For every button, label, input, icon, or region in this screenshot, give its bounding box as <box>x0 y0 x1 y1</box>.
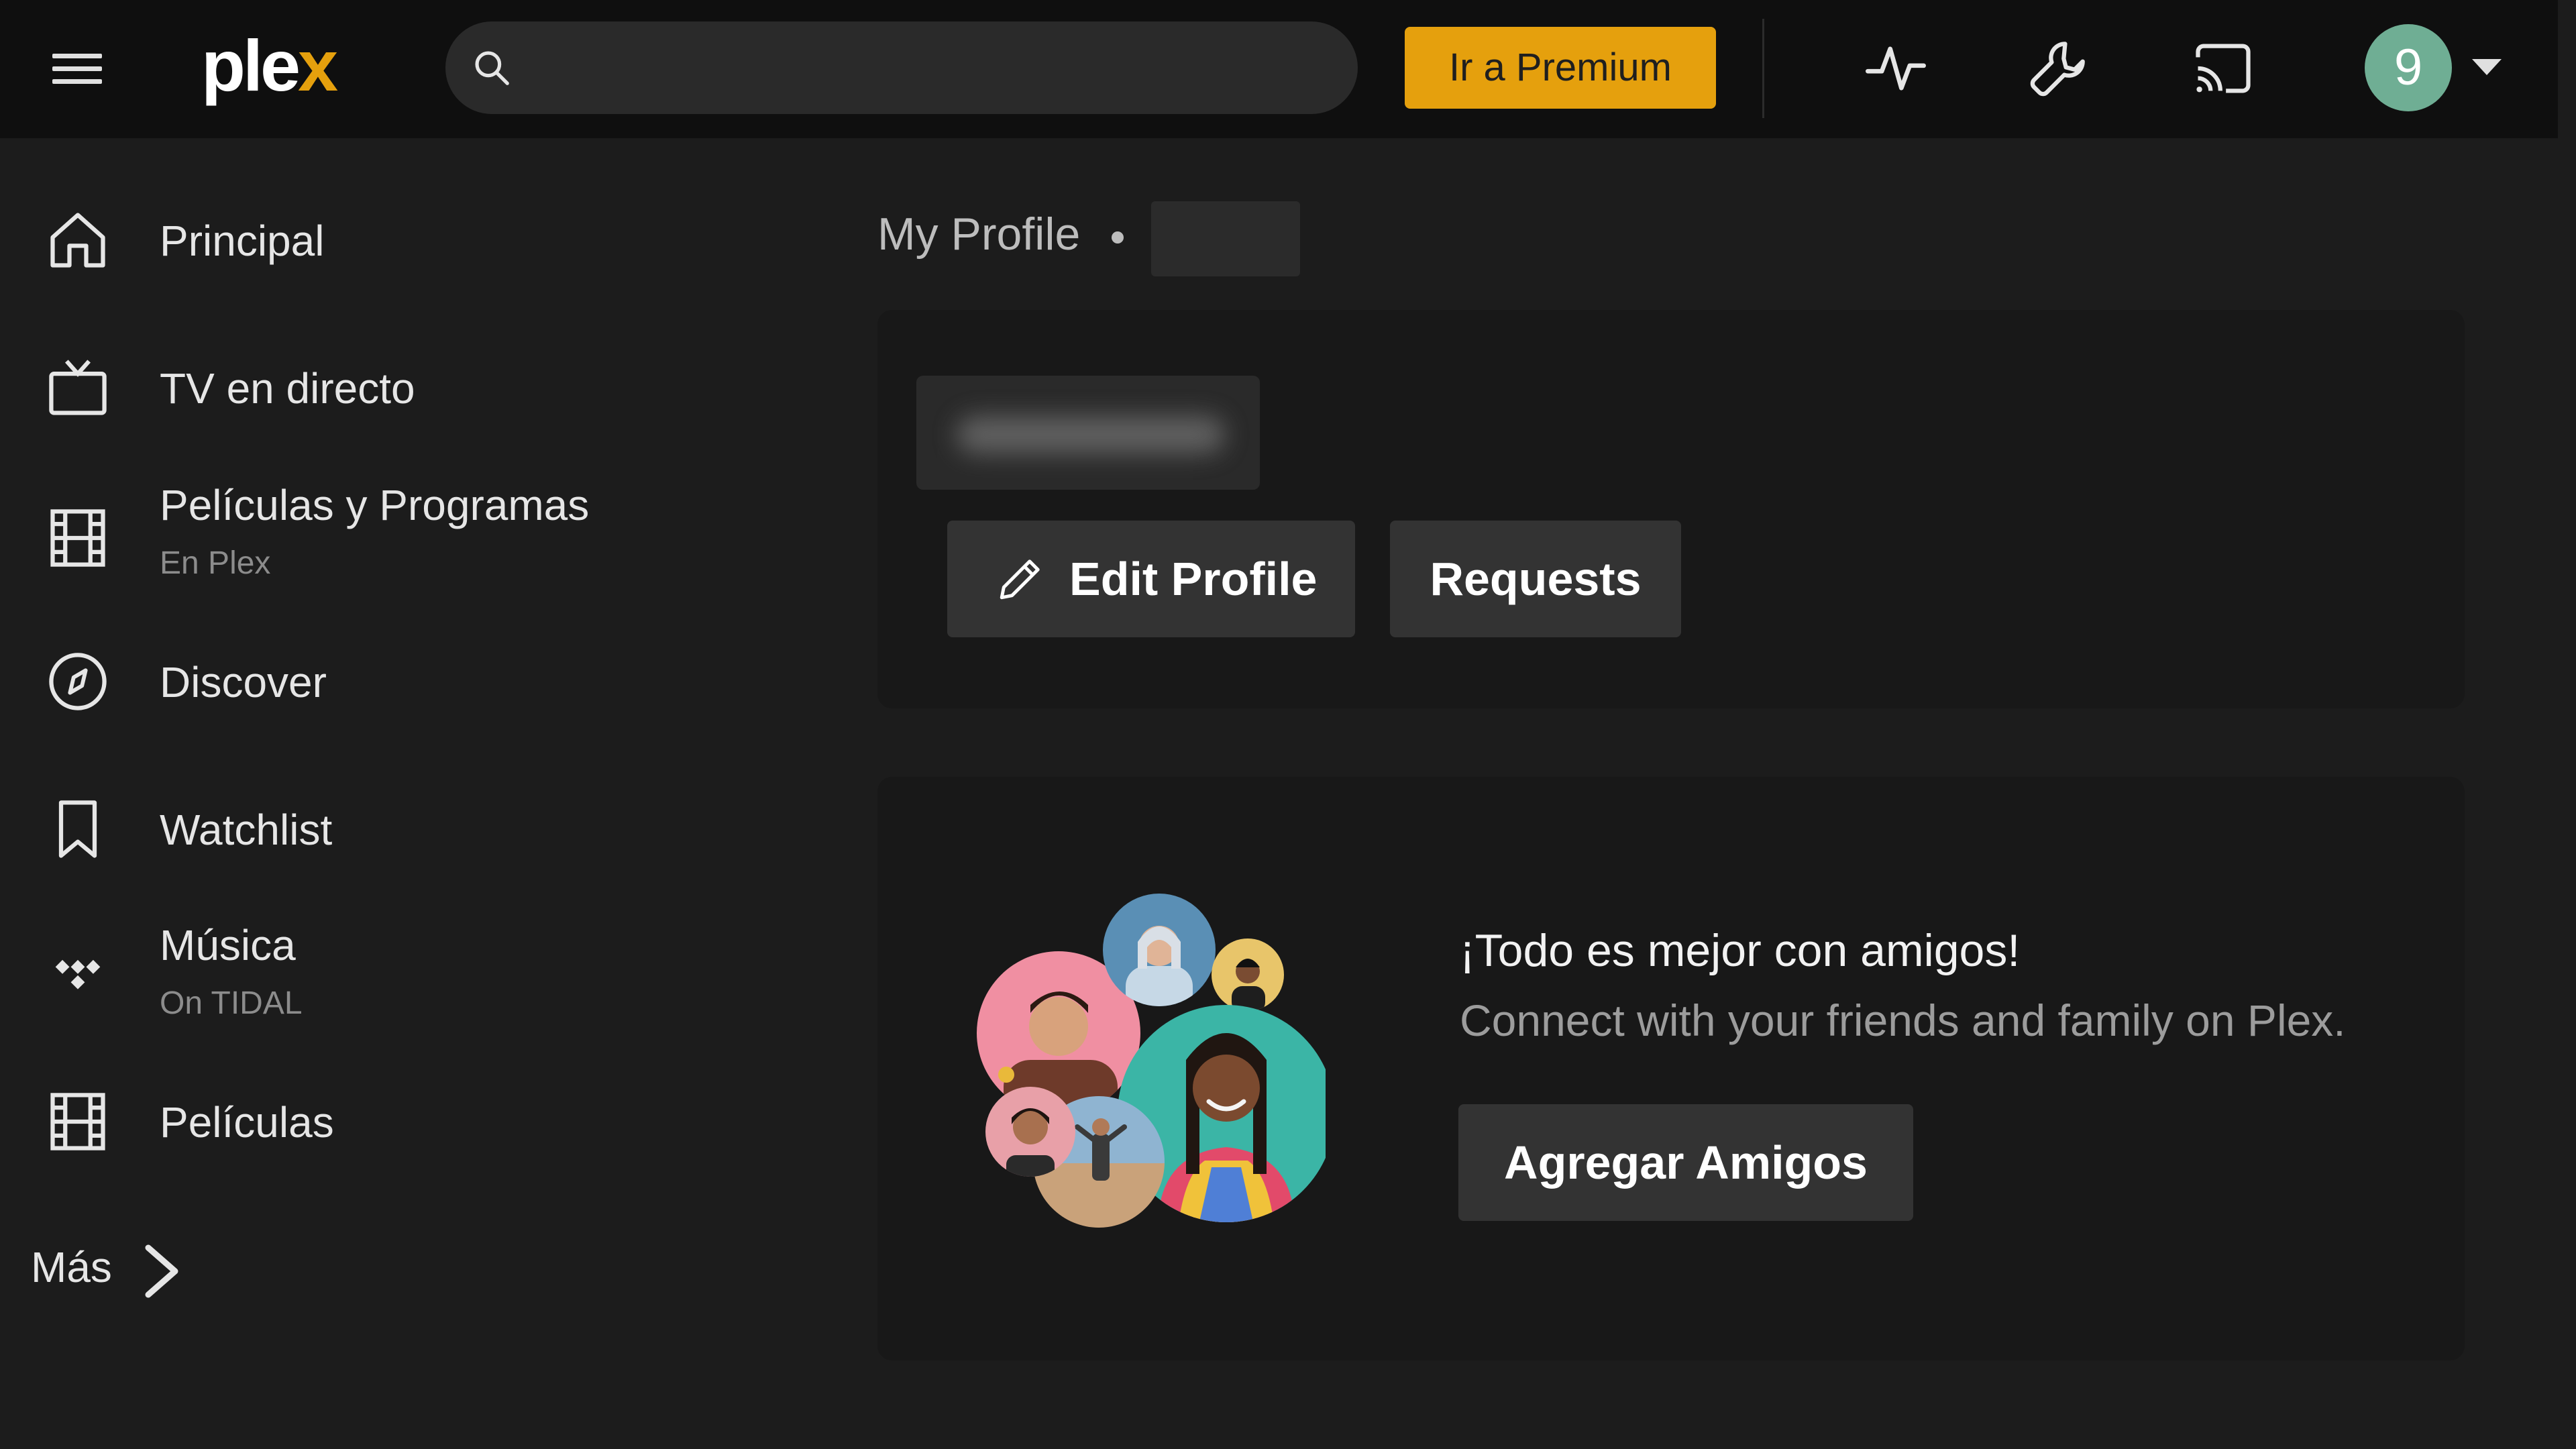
pencil-icon <box>1000 559 1040 600</box>
bookmark-icon <box>58 800 97 858</box>
sidebar-item-label: TV en directo <box>160 364 415 413</box>
sidebar-item-label: Watchlist <box>160 806 333 854</box>
edit-profile-button[interactable]: Edit Profile <box>947 521 1355 637</box>
topbar-divider <box>1762 19 1764 118</box>
sidebar-item-sublabel: On TIDAL <box>160 985 303 1021</box>
redacted-profile-name <box>916 376 1260 490</box>
sidebar-item-label: Principal <box>160 217 325 265</box>
plex-logo[interactable]: plex <box>201 25 338 106</box>
sidebar-item-label: Música <box>160 921 296 969</box>
add-friends-button[interactable]: Agregar Amigos <box>1458 1104 1913 1221</box>
sidebar-item-music[interactable]: Música On TIDAL <box>0 910 758 1044</box>
sidebar: Principal TV en directo Películas y Prog… <box>0 138 758 1449</box>
tidal-icon <box>55 959 101 989</box>
sidebar-item-movies-shows[interactable]: Películas y Programas En Plex <box>0 470 758 604</box>
cast-icon[interactable] <box>2190 35 2257 102</box>
film-icon <box>50 509 105 567</box>
sidebar-more-label: Más <box>31 1243 112 1291</box>
sidebar-item-label: Películas y Programas <box>160 481 590 529</box>
sidebar-item-principal[interactable]: Principal <box>0 200 758 280</box>
sidebar-item-movies[interactable]: Películas <box>0 1081 758 1162</box>
requests-button[interactable]: Requests <box>1390 521 1681 637</box>
search-icon <box>475 51 509 85</box>
friends-subtitle: Connect with your friends and family on … <box>1460 996 2346 1045</box>
edit-profile-label: Edit Profile <box>1069 553 1318 605</box>
chevron-down-icon[interactable] <box>2472 59 2502 75</box>
top-bar: plex Ir a Premium 9 <box>0 0 2558 138</box>
wrench-icon[interactable] <box>2025 35 2092 102</box>
activity-icon[interactable] <box>1862 35 1929 102</box>
redacted-username <box>1151 201 1300 276</box>
breadcrumb-separator <box>1112 231 1124 244</box>
avatar[interactable]: 9 <box>2365 24 2452 111</box>
profile-card: Edit Profile Requests <box>877 310 2465 708</box>
tv-icon <box>49 360 107 415</box>
premium-button[interactable]: Ir a Premium <box>1405 27 1716 109</box>
chevron-right-icon <box>145 1244 178 1298</box>
page-title: My Profile <box>877 209 1081 260</box>
plex-app: plex Ir a Premium 9 Principal TV en dire… <box>0 0 2576 1449</box>
sidebar-more-button[interactable]: Más <box>31 1229 232 1303</box>
sidebar-item-watchlist[interactable]: Watchlist <box>0 789 758 869</box>
menu-icon[interactable] <box>47 47 109 90</box>
home-icon <box>50 213 105 268</box>
sidebar-item-discover[interactable]: Discover <box>0 641 758 722</box>
compass-icon <box>49 653 107 710</box>
friends-illustration <box>977 894 1326 1228</box>
sidebar-item-live-tv[interactable]: TV en directo <box>0 347 758 428</box>
sidebar-item-sublabel: En Plex <box>160 545 271 581</box>
friends-title: ¡Todo es mejor con amigos! <box>1460 925 2021 976</box>
sidebar-item-label: Películas <box>160 1098 334 1146</box>
search-bar[interactable] <box>445 21 1358 114</box>
search-input[interactable] <box>529 42 1321 94</box>
film-icon <box>50 1093 105 1150</box>
friends-card: ¡Todo es mejor con amigos! Connect with … <box>877 777 2465 1360</box>
sidebar-item-label: Discover <box>160 658 327 706</box>
